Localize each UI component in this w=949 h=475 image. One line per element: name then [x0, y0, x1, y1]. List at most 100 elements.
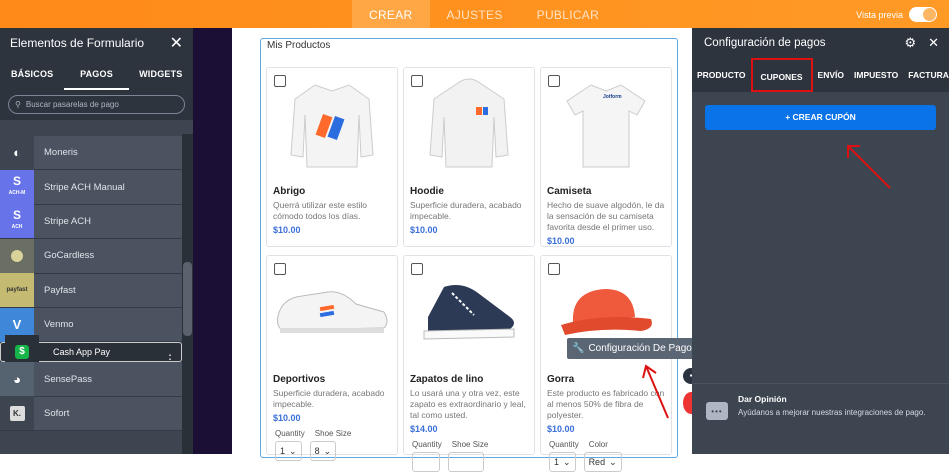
tab-publicar[interactable]: PUBLICAR	[520, 0, 616, 28]
sensepass-icon: ◕	[0, 362, 34, 397]
gateway-label: GoCardless	[44, 250, 95, 262]
option-label: Color	[588, 440, 608, 449]
payfast-icon: payfast	[0, 273, 34, 308]
product-name: Abrigo	[273, 186, 306, 197]
icon-letter: S	[12, 174, 21, 189]
product-checkbox[interactable]	[548, 263, 560, 275]
product-card[interactable]: Deportivos Superficie duradera, acabado …	[266, 255, 398, 461]
product-description: Hecho de suave algodón, le da la sensaci…	[547, 200, 665, 232]
tab-factura[interactable]: FACTURA	[903, 58, 949, 92]
gateway-item[interactable]: payfast Payfast	[0, 273, 182, 308]
product-price: $14.00	[410, 424, 438, 434]
tooltip-label: Configuración De Pagos	[588, 343, 697, 354]
sofort-icon: K.	[0, 396, 34, 431]
gateway-label: Payfast	[44, 284, 76, 296]
search-placeholder: Buscar pasarelas de pago	[25, 100, 119, 109]
product-description: Este producto es fabricado con al menos …	[547, 388, 665, 420]
product-price: $10.00	[273, 225, 301, 235]
gateway-list: ◐ Moneris S ACH-M Stripe ACH Manual S ACH Str…	[0, 135, 182, 432]
preview-toggle-group: Vista previa	[856, 7, 937, 22]
chat-icon: •••	[706, 402, 728, 420]
quantity-select[interactable]: 1 ⌄	[549, 452, 576, 472]
product-options-labels: Quantity Shoe Size	[404, 440, 534, 449]
scrollbar[interactable]	[182, 134, 193, 454]
panel-title: Elementos de Formulario	[10, 36, 145, 50]
tab-cupones[interactable]: CUPONES	[750, 58, 813, 92]
scrollbar-thumb[interactable]	[183, 262, 192, 336]
select-value: 1	[280, 446, 286, 456]
tab-crear[interactable]: CREAR	[352, 0, 430, 28]
product-price: $10.00	[547, 236, 575, 246]
color-select[interactable]: Red ⌄	[583, 452, 622, 472]
feedback-section[interactable]: ••• Dar Opinión Ayúdanos a mejorar nuest…	[692, 383, 949, 454]
gateway-item[interactable]: S ACH-M Stripe ACH Manual	[0, 170, 182, 205]
gear-icon[interactable]: ⚙	[904, 35, 916, 51]
product-name: Gorra	[547, 374, 575, 385]
element-tabs: BÁSICOS PAGOS WIDGETS	[0, 58, 193, 90]
option-label: Shoe Size	[451, 440, 489, 449]
chevron-down-icon: ⌄	[609, 456, 617, 467]
gateway-item-selected[interactable]: $ Cash App Pay ⋮	[0, 335, 182, 370]
product-card[interactable]: Hoodie Superficie duradera, acabado impe…	[403, 67, 535, 247]
icon-subtext: ACH-M	[8, 190, 26, 197]
tab-envio[interactable]: ENVÍO	[813, 58, 849, 92]
option-label: Quantity	[549, 440, 579, 449]
icon-letter: S	[12, 208, 21, 223]
product-description: Superficie duradera, acabado impecable.	[273, 388, 385, 409]
product-options: 1 ⌄ 8 ⌄	[267, 438, 397, 464]
tab-basicos[interactable]: BÁSICOS	[0, 58, 64, 90]
search-icon: ⚲	[15, 100, 21, 109]
payment-settings-tooltip[interactable]: 🔧 Configuración De Pagos	[567, 338, 702, 359]
product-options	[404, 449, 534, 475]
product-options: 1 ⌄ Red ⌄	[541, 449, 671, 475]
search-input[interactable]: ⚲ Buscar pasarelas de pago	[8, 95, 185, 114]
product-checkbox[interactable]	[411, 75, 423, 87]
panel-header: Configuración de pagos ⚙ ✕	[692, 28, 949, 58]
gateway-item[interactable]: K. Sofort	[0, 396, 182, 432]
product-card[interactable]: Abrigo Querrá utilizar este estilo cómod…	[266, 67, 398, 247]
select-value: 8	[314, 446, 320, 456]
gateway-item[interactable]: GoCardless	[0, 238, 182, 274]
gateway-label: Stripe ACH Manual	[44, 181, 125, 193]
feedback-title: Dar Opinión	[738, 394, 787, 404]
tab-impuesto[interactable]: IMPUESTO	[849, 58, 903, 92]
product-card[interactable]: Zapatos de lino Lo usará una y otra vez,…	[403, 255, 535, 472]
quantity-select[interactable]: 1 ⌄	[275, 441, 302, 461]
tab-pagos[interactable]: PAGOS	[64, 58, 129, 90]
jacket-image	[290, 83, 374, 167]
product-name: Camiseta	[547, 186, 592, 197]
stripe-ach-manual-icon: S ACH-M	[0, 170, 34, 205]
gateway-item[interactable]: ◐ Moneris	[0, 135, 182, 171]
form-elements-panel: Elementos de Formulario ✕ BÁSICOS PAGOS …	[0, 28, 193, 454]
product-price: $10.00	[547, 424, 575, 434]
select-value: 1	[554, 457, 560, 467]
gateway-item[interactable]: ◕ SensePass	[0, 362, 182, 397]
quantity-select[interactable]	[412, 452, 440, 472]
product-description: Superficie duradera, acabado impecable.	[410, 200, 522, 221]
product-checkbox[interactable]	[274, 263, 286, 275]
shoe-size-select[interactable]	[448, 452, 484, 472]
product-card[interactable]: Jotform Camiseta Hecho de suave algodón,…	[540, 67, 672, 247]
product-checkbox[interactable]	[274, 75, 286, 87]
shoe-size-select[interactable]: 8 ⌄	[309, 441, 337, 461]
tab-widgets[interactable]: WIDGETS	[129, 58, 193, 90]
gateway-item[interactable]: S ACH Stripe ACH	[0, 204, 182, 240]
chevron-down-icon: ⌄	[289, 445, 297, 456]
preview-toggle[interactable]	[909, 7, 937, 22]
close-icon[interactable]: ✕	[170, 33, 183, 53]
tab-producto[interactable]: PRODUCTO	[692, 58, 751, 92]
shirt-logo: Jotform	[603, 94, 622, 100]
tab-ajustes[interactable]: AJUSTES	[430, 0, 520, 28]
section-title: Mis Productos	[267, 40, 331, 51]
gateway-label: Cash App Pay	[53, 347, 111, 358]
product-options-labels: Quantity Color	[541, 440, 671, 449]
product-checkbox[interactable]	[411, 263, 423, 275]
product-image	[267, 68, 397, 180]
create-coupon-button[interactable]: + CREAR CUPÓN	[705, 105, 936, 130]
product-image	[267, 256, 397, 368]
gateway-label: Moneris	[44, 147, 78, 159]
gateway-label: Sofort	[44, 407, 70, 419]
close-icon[interactable]: ✕	[928, 35, 939, 51]
wrench-icon: 🔧	[572, 343, 585, 354]
stripe-ach-icon: S ACH	[0, 204, 34, 239]
